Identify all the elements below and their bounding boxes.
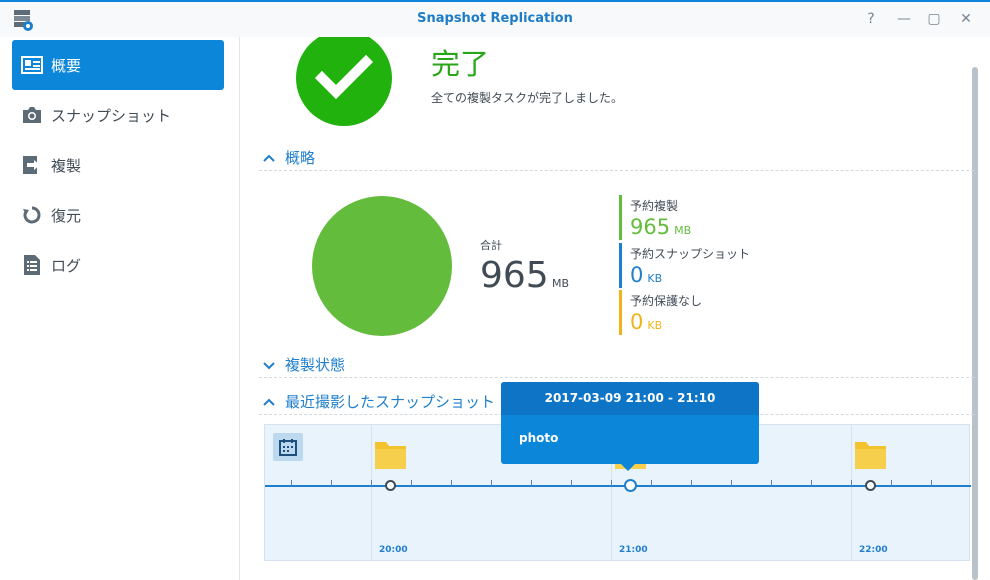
timeline-tick (771, 480, 772, 486)
snapshot-tooltip: 2017-03-09 21:00 - 21:10 photo (501, 382, 759, 471)
sidebar-item-label: 概要 (51, 56, 82, 75)
tooltip-arrow (621, 464, 635, 471)
sidebar: 概要 スナップショット 複製 復元 ログ (0, 37, 240, 580)
status-complete-icon (296, 37, 392, 126)
chevron-up-icon (263, 398, 275, 406)
legend-unprotected: 予約保護なし 0 KB (619, 290, 799, 335)
sidebar-item-label: 複製 (51, 156, 82, 175)
timeline-tick (851, 480, 852, 486)
legend-scheduled-replication: 予約複製 965 MB (619, 195, 799, 240)
section-recent-snapshots-label: 最近撮影したスナップショット (285, 393, 496, 411)
timeline-tick (491, 480, 492, 486)
hour-gridline (851, 425, 852, 560)
minimize-button[interactable]: — (895, 10, 913, 28)
id-card-icon (21, 54, 43, 76)
snapshot-node[interactable] (385, 480, 396, 491)
timeline-tick (691, 480, 692, 486)
log-document-icon (21, 254, 43, 276)
snapshot-node-selected[interactable] (624, 479, 637, 492)
app-window: Snapshot Replication ? — ▢ ✕ 概要 スナップショット… (0, 0, 990, 580)
scrollbar[interactable] (972, 67, 978, 580)
timeline-tick (531, 480, 532, 486)
calendar-button[interactable] (273, 433, 303, 461)
section-overview-label: 概略 (285, 149, 316, 167)
timeline-time-label: 22:00 (859, 545, 888, 555)
camera-icon (21, 104, 43, 126)
maximize-button[interactable]: ▢ (925, 10, 943, 28)
tooltip-date: 2017-03-09 (544, 391, 622, 405)
sidebar-item-label: 復元 (51, 206, 82, 225)
timeline-tick (371, 480, 372, 486)
status-title: 完了 (431, 47, 490, 81)
legend-color-bar (619, 243, 622, 288)
folder-icon[interactable] (375, 439, 406, 469)
title-bar: Snapshot Replication ? — ▢ ✕ (0, 0, 990, 37)
sidebar-item-label: ログ (51, 256, 82, 275)
timeline-tick (571, 480, 572, 486)
help-button[interactable]: ? (862, 10, 880, 28)
section-replication-status-label: 複製状態 (285, 356, 346, 374)
legend-name: 予約保護なし (630, 294, 703, 308)
timeline-tick (811, 480, 812, 486)
replicate-arrow-icon (21, 154, 43, 176)
legend-color-bar (619, 195, 622, 240)
calendar-icon (279, 439, 297, 456)
timeline-tick (731, 480, 732, 486)
legend-name: 予約スナップショット (630, 247, 751, 261)
timeline-tick (411, 480, 412, 486)
legend-scheduled-snapshot: 予約スナップショット 0 KB (619, 243, 799, 288)
timeline-tick (331, 480, 332, 486)
legend-unit: KB (647, 272, 663, 285)
legend-unit: MB (674, 224, 692, 237)
timeline-tick (891, 480, 892, 486)
snapshot-node[interactable] (865, 480, 876, 491)
sidebar-item-label: スナップショット (51, 106, 172, 125)
sidebar-item-snapshot[interactable]: スナップショット (12, 90, 224, 140)
tooltip-time-range: 21:00 - 21:10 (625, 391, 716, 405)
timeline-tick (651, 480, 652, 486)
folder-icon[interactable] (855, 439, 886, 469)
sidebar-item-replication[interactable]: 複製 (12, 140, 224, 190)
window-title: Snapshot Replication (417, 11, 573, 26)
tooltip-item: photo (519, 431, 559, 445)
legend-unit: KB (647, 319, 663, 332)
timeline-tick (451, 480, 452, 486)
total-value: 965 (480, 255, 549, 296)
chevron-down-icon (263, 361, 275, 369)
timeline-tick (931, 480, 932, 486)
sidebar-item-restore[interactable]: 復元 (12, 190, 224, 240)
legend-name: 予約複製 (630, 199, 679, 213)
main-content: 完了 全ての複製タスクが完了しました。 概略 合計 965 MB 予約複製 96… (241, 37, 990, 580)
usage-pie-chart (312, 196, 452, 336)
chevron-up-icon (263, 154, 275, 162)
section-replication-status-header[interactable]: 複製状態 (259, 352, 974, 378)
timeline-tick (611, 480, 612, 486)
legend-value: 0 (630, 310, 644, 334)
section-overview-header[interactable]: 概略 (259, 145, 974, 171)
legend-value: 0 (630, 263, 644, 287)
timeline-time-label: 20:00 (379, 545, 408, 555)
legend-color-bar (619, 290, 622, 335)
tooltip-header: 2017-03-09 21:00 - 21:10 (501, 382, 759, 415)
timeline-time-label: 21:00 (619, 545, 648, 555)
hour-gridline (371, 425, 372, 560)
status-description: 全ての複製タスクが完了しました。 (431, 91, 624, 105)
total-label: 合計 (480, 239, 502, 252)
sidebar-item-log[interactable]: ログ (12, 240, 224, 290)
restore-icon (21, 204, 43, 226)
sidebar-item-overview[interactable]: 概要 (12, 40, 224, 90)
timeline-tick (291, 480, 292, 486)
total-unit: MB (552, 277, 570, 290)
close-button[interactable]: ✕ (957, 10, 975, 28)
legend-value: 965 (630, 215, 671, 239)
